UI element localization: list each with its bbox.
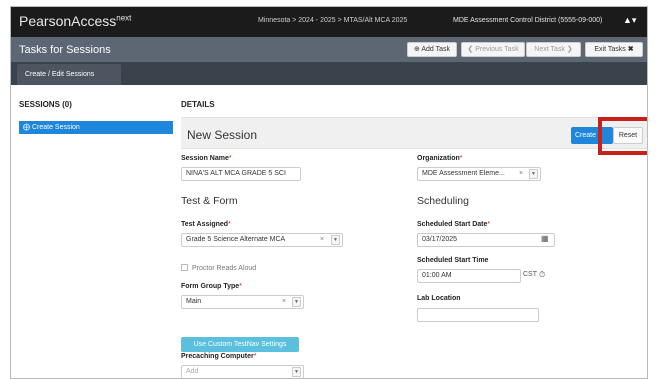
tab-create-edit-sessions[interactable]: Create / Edit Sessions: [17, 64, 121, 85]
plus-circle-icon: ⊕: [413, 46, 420, 53]
previous-task-button[interactable]: ❮ Previous Task: [461, 42, 525, 57]
test-assigned-label: Test Assigned*: [181, 221, 231, 228]
exit-tasks-label: Exit Tasks: [594, 46, 626, 53]
required-mark: *: [459, 155, 463, 162]
proctor-reads-aloud-option: Proctor Reads Aloud: [181, 264, 256, 272]
sessions-heading: SESSIONS (0): [19, 100, 72, 109]
custom-testnav-settings-button[interactable]: Use Custom TestNav Settings: [181, 337, 299, 352]
start-date-label: Scheduled Start Date*: [417, 221, 490, 228]
chevron-down-icon[interactable]: ▼: [292, 297, 301, 307]
timezone-label: CST: [523, 271, 537, 278]
next-task-label: Next Task: [534, 46, 565, 53]
precaching-computer-label-text: Precaching Computer: [181, 353, 254, 360]
precaching-computer-select[interactable]: Add: [181, 365, 304, 378]
session-name-label-text: Session Name: [181, 155, 229, 162]
chevron-left-icon: ❮: [467, 46, 474, 53]
chevron-right-icon: ❯: [566, 46, 573, 53]
top-navbar: PearsonAccessnext Minnesota > 2024 - 202…: [11, 7, 647, 37]
session-name-label: Session Name*: [181, 155, 232, 162]
calendar-icon[interactable]: ▦: [541, 234, 549, 243]
clear-icon[interactable]: ×: [519, 170, 523, 177]
clear-icon[interactable]: ×: [282, 298, 286, 305]
required-mark: *: [239, 283, 242, 290]
brand-superscript: next: [116, 13, 132, 23]
organization-selector[interactable]: MDE Assessment Control District (5555-09…: [453, 17, 602, 24]
plus-circle-icon: ⨁: [23, 124, 30, 131]
proctor-reads-aloud-label: Proctor Reads Aloud: [192, 265, 257, 272]
details-heading: DETAILS: [181, 100, 215, 109]
session-title: New Session: [187, 128, 258, 142]
precaching-computer-label: Precaching Computer*: [181, 353, 256, 360]
chevron-down-icon[interactable]: ▼: [292, 367, 301, 377]
test-form-section-title: Test & Form: [181, 195, 238, 207]
test-assigned-label-text: Test Assigned: [181, 221, 229, 228]
lab-location-label: Lab Location: [417, 295, 461, 302]
user-icon[interactable]: ▲▾: [623, 15, 636, 26]
brand-name: PearsonAccess: [19, 13, 117, 29]
start-date-label-text: Scheduled Start Date: [417, 221, 488, 228]
required-mark: *: [228, 155, 232, 162]
close-icon: ✖: [627, 46, 634, 53]
organization-label: Organization*: [417, 155, 463, 162]
sidebar-item-label: Create Session: [31, 124, 80, 131]
session-name-field[interactable]: NINA'S ALT MCA GRADE 5 SCI: [181, 167, 301, 181]
exit-tasks-button[interactable]: Exit Tasks ✖: [585, 42, 643, 57]
next-task-button[interactable]: Next Task ❯: [526, 42, 581, 57]
previous-task-label: Previous Task: [475, 46, 519, 53]
chevron-down-icon[interactable]: ▼: [529, 169, 538, 179]
proctor-reads-aloud-checkbox[interactable]: [181, 264, 188, 271]
breadcrumb[interactable]: Minnesota > 2024 - 2025 > MTAS/Alt MCA 2…: [258, 17, 407, 24]
start-time-label: Scheduled Start Time: [417, 257, 489, 264]
add-task-label: Add Task: [421, 46, 451, 53]
app-window: PearsonAccessnext Minnesota > 2024 - 202…: [10, 6, 648, 379]
form-group-type-label-text: Form Group Type: [181, 283, 240, 290]
sidebar-item-create-session[interactable]: ⨁ Create Session: [19, 121, 173, 134]
task-title: Tasks for Sessions: [19, 44, 111, 56]
required-mark: *: [253, 353, 257, 360]
form-group-type-label: Form Group Type*: [181, 283, 242, 290]
add-task-button[interactable]: ⊕ Add Task: [407, 42, 457, 57]
clock-icon[interactable]: ⏱: [539, 270, 545, 280]
start-date-field[interactable]: 03/17/2025: [417, 233, 555, 247]
chevron-down-icon[interactable]: ▼: [331, 235, 340, 245]
lab-location-field[interactable]: [417, 308, 539, 322]
scheduling-section-title: Scheduling: [417, 195, 469, 207]
organization-label-text: Organization: [417, 155, 460, 162]
session-header: New Session Create Reset: [181, 117, 647, 149]
start-time-field[interactable]: 01:00 AM: [417, 269, 521, 283]
required-mark: *: [228, 221, 231, 228]
task-bar: Tasks for Sessions ⊕ Add Task ❮ Previous…: [11, 37, 647, 62]
test-assigned-select[interactable]: Grade 5 Science Alternate MCA: [181, 233, 343, 247]
brand-logo[interactable]: PearsonAccessnext: [19, 13, 131, 29]
clear-icon[interactable]: ×: [320, 236, 324, 243]
required-mark: *: [487, 221, 491, 228]
subtab-bar: Create / Edit Sessions: [11, 62, 647, 85]
reset-highlight-annotation: [598, 117, 647, 155]
